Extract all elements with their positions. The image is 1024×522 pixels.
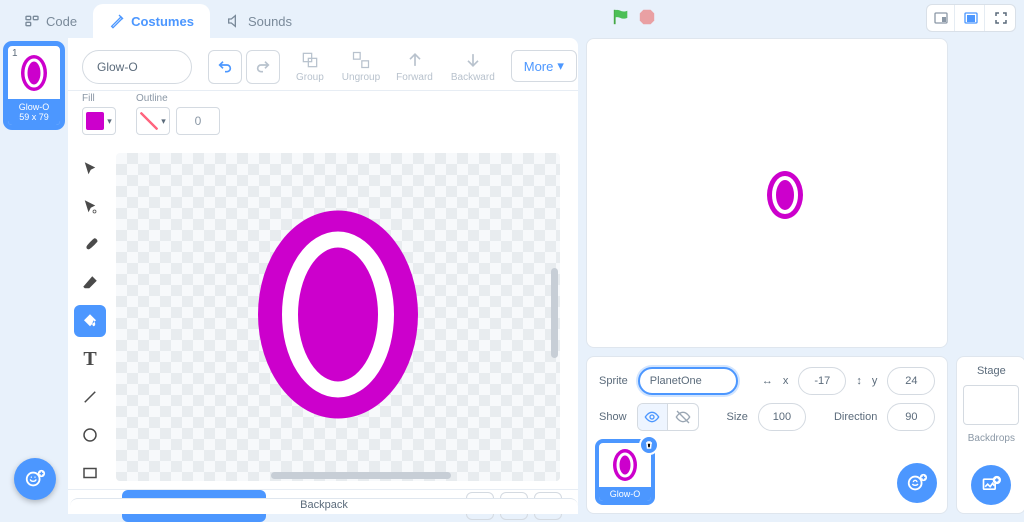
sprite-label: Sprite [599,375,628,387]
sprite-direction-input[interactable]: 90 [887,403,935,431]
stage-size-controls [926,4,1016,32]
backdrops-label: Backdrops [968,433,1015,444]
tab-costumes[interactable]: Costumes [93,4,210,38]
outline-width[interactable]: 0 [176,107,220,135]
group-button[interactable]: Group [296,50,324,83]
tab-costumes-label: Costumes [131,14,194,29]
redo-button[interactable] [246,50,280,84]
vertical-scrollbar[interactable] [551,268,558,358]
costume-name-small: Glow-O [8,102,60,112]
costume-name-input[interactable] [82,50,192,84]
costume-artwork [253,205,423,430]
circle-tool[interactable] [74,419,106,451]
text-tool[interactable]: T [74,343,106,375]
sprite-x-input[interactable]: -17 [798,367,846,395]
sprite-thumb[interactable]: Glow-O [597,441,653,503]
caret-down-icon: ▾ [557,58,564,74]
tab-code-label: Code [46,14,77,29]
outline-swatch[interactable]: ▾ [136,107,170,135]
direction-label: Direction [834,411,877,423]
fill-label: Fill [82,93,116,104]
costume-index: 1 [12,48,18,59]
add-costume-button[interactable] [14,458,56,500]
stop-icon[interactable] [638,8,656,26]
ungroup-button[interactable]: Ungroup [342,50,380,83]
xy-icon: ↔ [762,375,773,387]
reshape-tool[interactable] [74,191,106,223]
fill-swatch[interactable]: ▾ [82,107,116,135]
sprite-on-stage[interactable] [765,169,805,226]
fullscreen-button[interactable] [987,5,1015,31]
hide-button[interactable] [668,404,698,430]
rect-tool[interactable] [74,457,106,489]
sprite-thumb-name: Glow-O [599,487,651,501]
backward-button[interactable]: Backward [451,50,495,83]
fill-tool[interactable] [74,305,106,337]
line-tool[interactable] [74,381,106,413]
large-stage-button[interactable] [957,5,985,31]
show-button[interactable] [638,404,668,430]
sprite-size-input[interactable]: 100 [758,403,806,431]
eraser-tool[interactable] [74,267,106,299]
y-icon: ↕ [856,375,862,387]
tab-sounds-label: Sounds [248,14,292,29]
more-button[interactable]: More ▾ [511,50,577,82]
stage-title: Stage [977,365,1006,377]
y-label: y [872,375,878,387]
costume-thumb[interactable]: 1 Glow-O 59 x 79 [6,44,62,127]
sprite-y-input[interactable]: 24 [887,367,935,395]
brush-tool[interactable] [74,229,106,261]
select-tool[interactable] [74,153,106,185]
caret-down-icon: ▾ [107,116,112,127]
show-label: Show [599,411,627,423]
size-label: Size [727,411,748,423]
tab-sounds[interactable]: Sounds [210,4,308,38]
green-flag-icon[interactable] [612,8,630,26]
stage-thumb[interactable] [963,385,1019,425]
add-backdrop-button[interactable] [971,465,1011,505]
x-label: x [783,375,789,387]
undo-button[interactable] [208,50,242,84]
tab-code[interactable]: Code [8,4,93,38]
costume-dims: 59 x 79 [8,112,60,122]
horizontal-scrollbar[interactable] [271,472,451,479]
stage-preview[interactable] [586,38,948,348]
small-stage-button[interactable] [927,5,955,31]
outline-label: Outline [136,93,220,104]
delete-sprite-button[interactable] [639,435,659,455]
forward-button[interactable]: Forward [396,50,433,83]
backpack-bar[interactable]: Backpack [70,498,578,514]
paint-canvas[interactable] [116,153,560,481]
sprite-name-input[interactable] [638,367,738,395]
